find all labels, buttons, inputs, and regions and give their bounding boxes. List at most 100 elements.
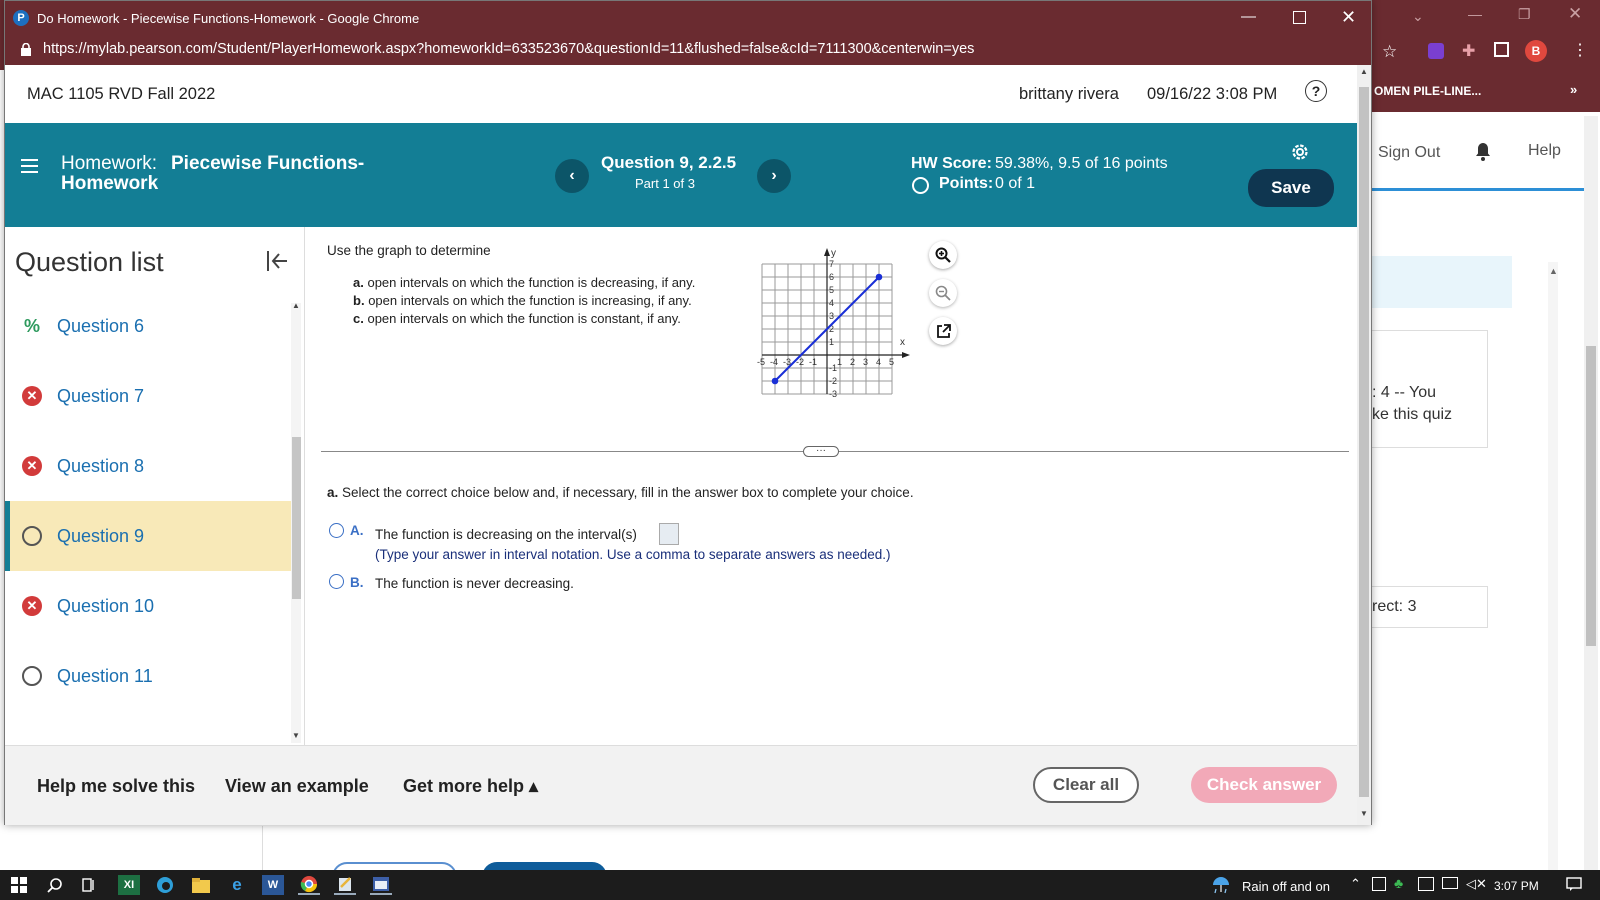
bg-scrollbar-thumb[interactable] xyxy=(1586,346,1596,646)
minimize-icon[interactable]: — xyxy=(1241,8,1256,25)
url-text[interactable]: https://mylab.pearson.com/Student/Player… xyxy=(43,41,974,57)
tray-display-icon[interactable] xyxy=(1442,877,1458,889)
notifications-icon[interactable] xyxy=(1566,876,1582,892)
question-list-item-8[interactable]: ✕ Question 8 xyxy=(5,431,291,501)
part-label: Part 1 of 3 xyxy=(635,176,695,191)
search-icon[interactable] xyxy=(44,875,66,895)
chrome-icon[interactable] xyxy=(298,875,320,895)
maximize-icon[interactable] xyxy=(1293,11,1306,24)
scroll-down-icon[interactable]: ▼ xyxy=(292,731,300,740)
edge-icon[interactable] xyxy=(154,875,176,895)
help-link[interactable]: Help xyxy=(1528,142,1561,160)
notepad-icon[interactable] xyxy=(334,875,356,895)
course-bar: MAC 1105 RVD Fall 2022 brittany rivera 0… xyxy=(5,65,1357,123)
clear-all-button[interactable]: Clear all xyxy=(1033,767,1139,803)
bg-close-icon[interactable]: ✕ xyxy=(1568,4,1582,24)
date-time: 09/16/22 3:08 PM xyxy=(1147,85,1278,103)
graph-tick-labels: -5 -4 -3 -2 -1 1 2 3 4 57654321-1-2-3 xyxy=(757,259,894,397)
scrollbar-thumb[interactable] xyxy=(292,437,301,599)
interval-answer-box[interactable] xyxy=(659,523,679,545)
excel-icon[interactable]: XI xyxy=(118,875,140,895)
bg-scroll-up-icon[interactable]: ▲ xyxy=(1549,266,1558,276)
scroll-down-icon[interactable]: ▼ xyxy=(1360,809,1368,818)
star-icon[interactable]: ☆ xyxy=(1382,42,1397,62)
word-icon[interactable]: W xyxy=(262,875,284,895)
tray-network-icon[interactable] xyxy=(1418,877,1434,891)
homework-title-line2: Homework xyxy=(61,173,159,194)
scrollbar-thumb[interactable] xyxy=(1359,87,1369,797)
task-view-icon[interactable] xyxy=(78,875,100,895)
save-button[interactable]: Save xyxy=(1248,169,1334,207)
view-example-button[interactable]: View an example xyxy=(225,746,369,826)
settings-gear-icon[interactable] xyxy=(1289,141,1311,163)
choice-a-hint: (Type your answer in interval notation. … xyxy=(375,547,891,562)
tray-chevron-up-icon[interactable]: ⌃ xyxy=(1350,876,1361,892)
question-list-item-9-current[interactable]: Question 9 xyxy=(5,501,291,571)
bookmarks-overflow-icon[interactable]: » xyxy=(1570,82,1577,97)
check-answer-button[interactable]: Check answer xyxy=(1191,767,1337,803)
bg-minimize-icon[interactable]: — xyxy=(1468,6,1482,22)
choice-a-radio[interactable] xyxy=(329,523,344,538)
question-list-item-10[interactable]: ✕ Question 10 xyxy=(5,571,291,641)
window-title: Do Homework - Piecewise Functions-Homewo… xyxy=(37,11,420,26)
help-me-solve-button[interactable]: Help me solve this xyxy=(37,746,195,826)
course-name: MAC 1105 RVD Fall 2022 xyxy=(27,85,216,103)
weather-icon[interactable] xyxy=(1210,875,1232,895)
app-window-icon[interactable] xyxy=(370,875,392,895)
hamburger-menu-icon[interactable] xyxy=(21,159,38,173)
collapse-panel-icon[interactable] xyxy=(265,249,289,273)
scroll-up-icon[interactable]: ▲ xyxy=(292,301,300,310)
next-question-button[interactable]: › xyxy=(757,159,791,193)
volume-muted-icon[interactable]: ◁✕ xyxy=(1466,876,1487,892)
address-bar[interactable]: https://mylab.pearson.com/Student/Player… xyxy=(5,35,1371,65)
tray-security-icon[interactable]: ♣ xyxy=(1394,875,1403,891)
bg-inner-scrollbar[interactable]: ▲ xyxy=(1548,262,1558,872)
window-titlebar: P Do Homework - Piecewise Functions-Home… xyxy=(5,1,1371,35)
background-page-lower xyxy=(0,826,1370,892)
divider-handle[interactable]: ··· xyxy=(803,446,839,457)
extension-icon-1[interactable] xyxy=(1428,43,1444,59)
windows-start-icon[interactable] xyxy=(8,875,30,895)
question-list-item-6[interactable]: % Question 6 xyxy=(5,291,291,361)
y-tick-label: 4 xyxy=(829,298,834,308)
y-tick-label: 7 xyxy=(829,259,834,269)
scroll-up-icon[interactable]: ▲ xyxy=(1360,67,1368,76)
previous-question-button[interactable]: ‹ xyxy=(555,159,589,193)
bell-icon[interactable] xyxy=(1474,142,1492,162)
profile-avatar[interactable]: B xyxy=(1525,40,1547,62)
weather-text[interactable]: Rain off and on xyxy=(1242,879,1330,894)
open-external-icon[interactable] xyxy=(929,317,957,345)
side-panel-icon[interactable] xyxy=(1494,42,1509,57)
bg-scrollbar[interactable] xyxy=(1584,116,1598,870)
bg-chevron-down-icon[interactable]: ⌄ xyxy=(1412,8,1424,25)
menu-dots-icon[interactable]: ⋮ xyxy=(1572,40,1588,60)
tray-app-icon[interactable] xyxy=(1372,877,1386,891)
pearson-logo-icon: P xyxy=(13,10,29,26)
zoom-out-icon[interactable] xyxy=(929,279,957,307)
sign-out-link[interactable]: Sign Out xyxy=(1378,144,1440,162)
ring-icon-wrap xyxy=(21,525,43,547)
instruction-letter: a. xyxy=(327,485,339,500)
question-list-item-11[interactable]: Question 11 xyxy=(5,641,291,711)
y-tick-label: -2 xyxy=(829,376,837,386)
clock[interactable]: 3:07 PM xyxy=(1494,879,1539,893)
choice-b-radio[interactable] xyxy=(329,574,344,589)
bookmarks-bar: OMEN PILE-LINE... » xyxy=(1370,70,1600,112)
question-label: Question 9, 2.2.5 xyxy=(601,153,737,172)
window-scrollbar[interactable]: ▲ ▼ xyxy=(1357,65,1371,825)
zoom-in-icon[interactable] xyxy=(929,241,957,269)
bookmark-item[interactable]: OMEN PILE-LINE... xyxy=(1374,84,1481,98)
internet-explorer-icon[interactable]: e xyxy=(226,875,248,895)
question-list-scrollbar[interactable]: ▲ ▼ xyxy=(291,301,301,743)
help-circle-icon[interactable]: ? xyxy=(1305,80,1327,102)
question-list-item-7[interactable]: ✕ Question 7 xyxy=(5,361,291,431)
get-more-help-button[interactable]: Get more help ▴ xyxy=(403,746,538,826)
question-label: Question 6 xyxy=(57,315,145,336)
file-explorer-icon[interactable] xyxy=(190,875,212,895)
close-icon[interactable]: ✕ xyxy=(1341,7,1356,28)
x-tick-label: 1 xyxy=(837,357,842,367)
puzzle-icon[interactable]: ✚ xyxy=(1462,41,1475,61)
bg-restore-icon[interactable]: ❐ xyxy=(1518,6,1531,23)
unanswered-ring-icon xyxy=(22,526,42,546)
y-tick-label: 5 xyxy=(829,285,834,295)
